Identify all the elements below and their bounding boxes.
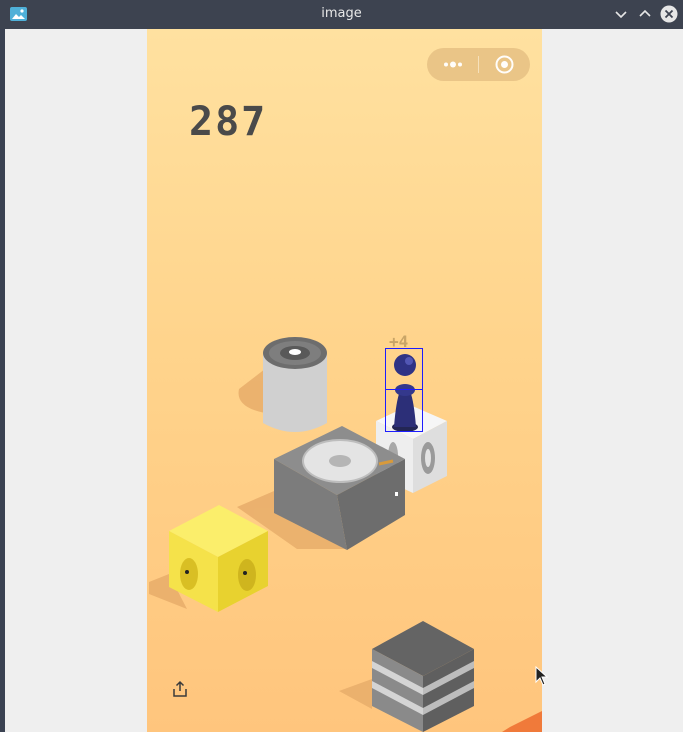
orange-block-corner [502,711,542,732]
striped-stack-block [372,621,474,732]
window-titlebar: image [0,0,683,29]
game-viewport[interactable]: 287 +4 [147,29,542,732]
detection-box-body [385,389,423,432]
mouse-cursor-icon [535,666,549,686]
window-title: image [321,6,362,21]
detection-box-head [385,348,423,390]
yellow-cube-block [169,505,268,612]
share-icon[interactable] [171,680,189,698]
chevron-up-icon[interactable] [636,5,654,23]
stack-shadow [339,679,372,709]
cylinder-shadow [238,369,265,413]
close-icon[interactable] [660,5,678,23]
chevron-down-icon[interactable] [612,5,630,23]
game-scene [149,337,542,732]
cylinder-block [263,337,327,432]
